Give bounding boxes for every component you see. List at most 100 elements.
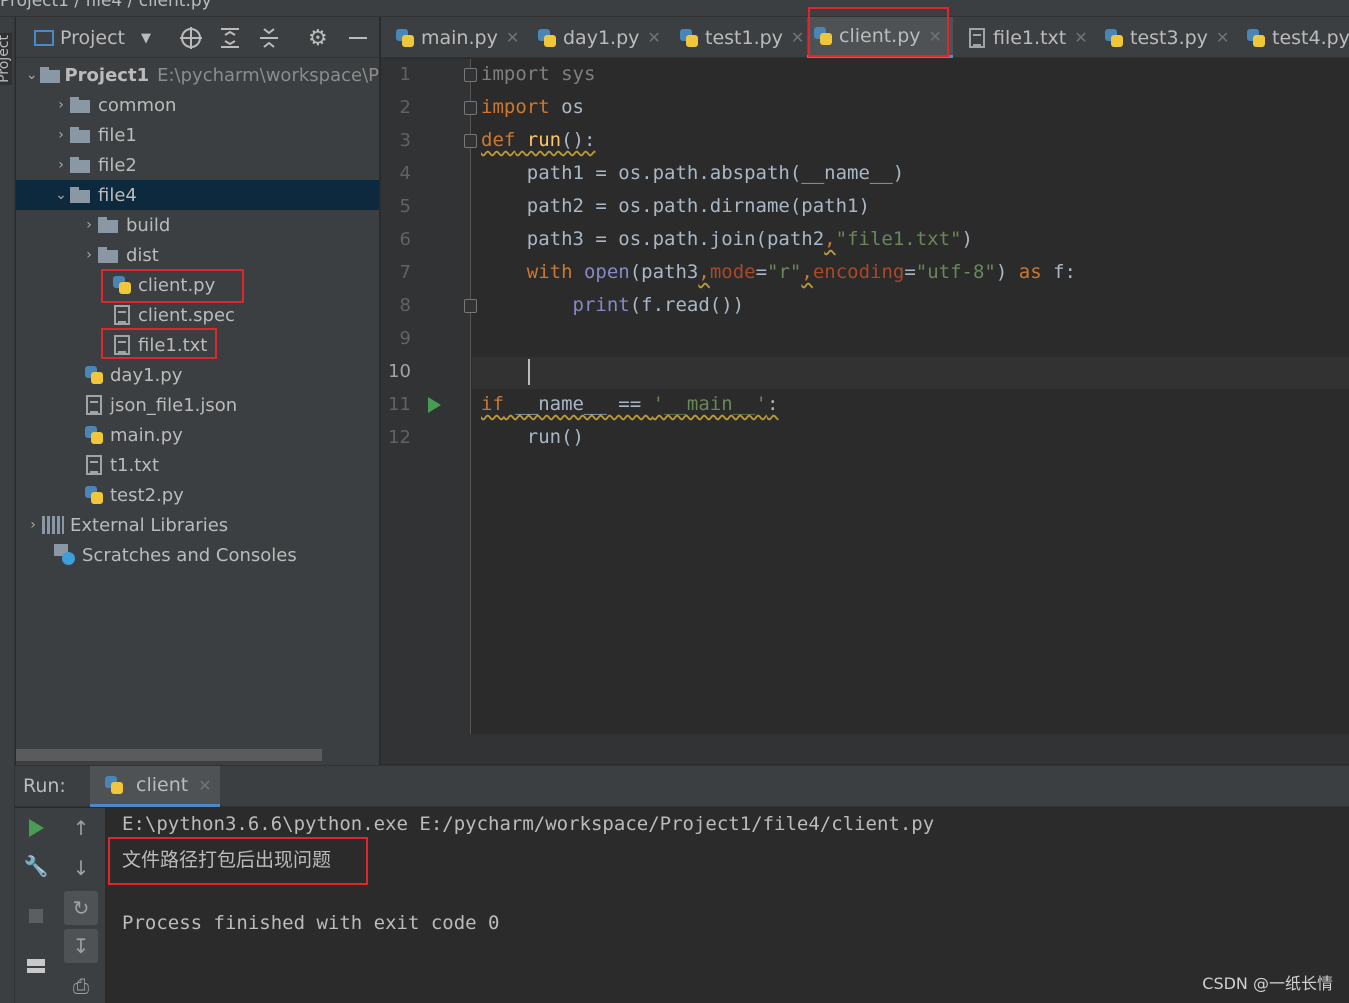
code-line-5: path2 = os.path.dirname(path1) [481,195,870,217]
layout-icon[interactable] [19,949,53,983]
editor-footer [381,734,1349,764]
close-icon[interactable]: ✕ [198,776,211,795]
close-icon[interactable]: ✕ [1074,28,1087,47]
python-file-icon [104,775,124,795]
code-token: , [698,261,710,283]
locate-icon[interactable] [179,25,203,51]
text-caret [528,359,530,385]
hide-panel-icon[interactable] [349,25,367,51]
tree-item-label: dist [126,244,159,266]
tree-item-client-spec[interactable]: client.spec [16,300,379,330]
chevron-right-icon[interactable]: › [52,97,70,113]
tree-item-common[interactable]: › common [16,90,379,120]
chevron-right-icon[interactable]: › [24,517,42,533]
code-token: import [481,96,550,118]
current-line-highlight [472,357,1349,389]
code-line-7: with open(path3,mode="r",encoding="utf-8… [481,261,1076,283]
tree-item-file1[interactable]: › file1 [16,120,379,150]
project-path-hint: E:\pycharm\workspace\P [157,64,379,86]
code-token: ) [961,228,973,250]
folder-icon [98,247,120,263]
run-console[interactable]: E:\python3.6.6\python.exe E:/pycharm/wor… [105,808,1349,1003]
run-gutter-icon[interactable] [428,397,441,413]
run-tab-client[interactable]: client ✕ [90,766,220,807]
project-tool-window-button[interactable]: Project [0,33,12,85]
tree-item-build[interactable]: › build [16,210,379,240]
tree-item-json-file1[interactable]: json_file1.json [16,390,379,420]
close-icon[interactable]: ✕ [791,28,804,47]
rerun-icon[interactable] [19,811,53,845]
line-number: 3 [399,130,411,151]
run-panel-header: Run: client ✕ [15,765,1349,807]
line-number: 9 [399,328,411,349]
chevron-down-icon[interactable]: ⌄ [24,67,40,83]
tree-root-project1[interactable]: ⌄ Project1 E:\pycharm\workspace\P [16,60,379,90]
tab-test3-py[interactable]: test3.py ✕ [1098,17,1235,58]
code-token: print [572,294,630,316]
project-view-selector[interactable]: Project ▼ [34,25,151,51]
close-icon[interactable]: ✕ [647,28,660,47]
python-file-icon [537,28,557,48]
fold-marker-icon[interactable] [464,299,477,313]
chevron-down-icon[interactable]: ⌄ [52,187,70,203]
tree-item-label: Scratches and Consoles [82,544,297,566]
line-number: 1 [399,64,411,85]
soft-wrap-icon[interactable]: ↻ [64,891,98,925]
print-icon[interactable]: ⎙ [64,969,98,1003]
tree-item-test2-py[interactable]: test2.py [16,480,379,510]
wrench-icon[interactable]: 🔧 [19,849,53,883]
scroll-to-end-icon[interactable]: ↧ [64,929,98,963]
code-token: open [572,261,630,283]
folder-icon [39,67,60,83]
fold-marker-icon[interactable] [464,134,477,148]
project-view-label: Project [60,27,126,49]
tree-item-scratches[interactable]: Scratches and Consoles [16,540,379,570]
tree-item-file2[interactable]: › file2 [16,150,379,180]
tab-label: test1.py [705,26,783,49]
chevron-right-icon[interactable]: › [80,217,98,233]
tree-item-day1-py[interactable]: day1.py [16,360,379,390]
tree-item-file4[interactable]: ⌄ file4 [16,180,379,210]
code-token: import [481,63,550,85]
arrow-down-icon[interactable]: ↓ [64,851,98,885]
expand-all-icon[interactable] [219,25,241,51]
tree-item-label: Project1 [64,64,150,86]
code-line-8: print(f.read()) [481,294,745,316]
tree-item-label: test2.py [110,484,184,506]
code-token: sys [549,63,596,85]
chevron-right-icon[interactable]: › [52,127,70,143]
arrow-up-icon[interactable]: ↑ [64,811,98,845]
code-token: "file1.txt" [835,228,962,250]
tree-item-label: common [98,94,177,116]
close-icon[interactable]: ✕ [506,28,519,47]
tree-item-main-py[interactable]: main.py [16,420,379,450]
chevron-right-icon[interactable]: › [80,247,98,263]
stop-icon[interactable] [19,899,53,933]
tree-item-external-libraries[interactable]: › External Libraries [16,510,379,540]
chevron-right-icon[interactable]: › [52,157,70,173]
library-icon [42,516,64,534]
code-editor[interactable]: 1 2 3 4 5 6 7 8 9 10 11 12 import sys im… [381,59,1349,764]
collapse-all-icon[interactable] [258,25,280,51]
code-line-11: if __name__ == '__main__': [481,393,778,415]
tab-label: file1.txt [993,26,1067,49]
tab-day1-py[interactable]: day1.py ✕ [531,17,667,58]
line-number: 6 [399,229,411,250]
tab-test1-py[interactable]: test1.py ✕ [673,17,810,58]
tab-test4-py[interactable]: test4.py [1240,17,1349,58]
code-token: f: [1041,261,1076,283]
watermark: CSDN @一纸长情 [1202,974,1333,993]
gear-icon[interactable]: ⚙ [308,25,328,51]
tree-item-t1-txt[interactable]: t1.txt [16,450,379,480]
fold-marker-icon[interactable] [464,68,477,82]
tab-main-py[interactable]: main.py ✕ [389,17,525,58]
tree-item-dist[interactable]: › dist [16,240,379,270]
close-icon[interactable]: ✕ [1216,28,1229,47]
tab-file1-txt[interactable]: file1.txt ✕ [963,17,1094,58]
horizontal-scrollbar[interactable] [16,749,322,761]
code-line-1: import sys [481,63,595,85]
fold-marker-icon[interactable] [464,101,477,115]
python-file-icon [395,28,415,48]
code-token: encoding [812,261,905,283]
text-file-icon [86,455,102,475]
